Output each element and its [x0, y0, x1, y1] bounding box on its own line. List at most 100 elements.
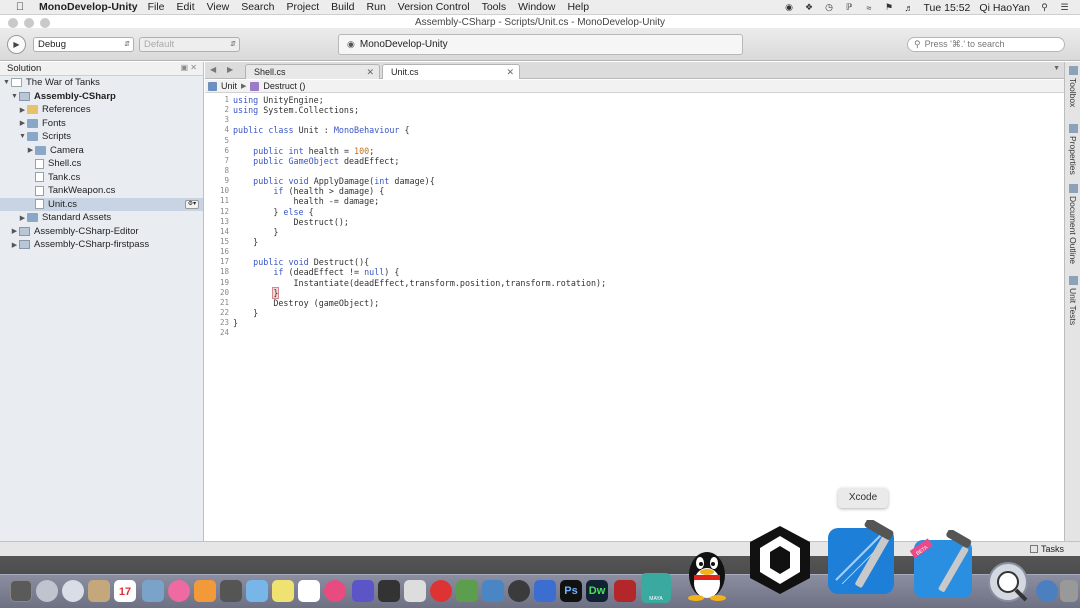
volume-icon[interactable]: ♬ — [904, 2, 915, 13]
tree-item-assembly-csharp-editor[interactable]: ▶ Assembly-CSharp-Editor — [0, 225, 203, 239]
network-utility-icon[interactable] — [986, 560, 1032, 604]
flag-icon[interactable]: ⚑ — [884, 2, 895, 13]
code-line[interactable]: 13 Destruct(); — [205, 217, 606, 227]
imovie-icon[interactable] — [352, 580, 374, 602]
maya-icon[interactable]: MAYA — [641, 573, 671, 603]
finder-icon[interactable] — [10, 580, 32, 602]
expanded-arrow-icon[interactable]: ▼ — [18, 133, 27, 140]
menu-file[interactable]: File — [148, 1, 165, 13]
code-line[interactable]: 17 public void Destruct(){ — [205, 257, 606, 267]
app-icon[interactable] — [456, 580, 478, 602]
target-select[interactable]: Default ⇵ — [139, 37, 240, 52]
tree-item-assembly-csharp[interactable]: ▼ Assembly-CSharp — [0, 90, 203, 104]
code-line[interactable]: 2 using System.Collections; — [205, 105, 606, 115]
tab-list-dropdown-icon[interactable]: ▼ — [1053, 65, 1060, 72]
menu-tools[interactable]: Tools — [482, 1, 507, 13]
app-icon[interactable] — [220, 580, 242, 602]
app-icon[interactable] — [534, 580, 556, 602]
pad-controls-icon[interactable]: ▣ ✕ — [181, 63, 197, 72]
tree-item-shell-cs[interactable]: Shell.cs — [0, 157, 203, 171]
menu-project[interactable]: Project — [286, 1, 319, 13]
code-line[interactable]: 12 } else { — [205, 207, 606, 217]
tab-close-icon[interactable]: ✕ — [366, 65, 374, 79]
code-text[interactable]: public void Destruct(){ — [233, 257, 369, 267]
wifi-icon[interactable]: ≈ — [864, 2, 875, 13]
photoshop-icon[interactable]: Ps — [560, 580, 582, 602]
code-editor[interactable]: 1 using UnityEngine; 2 using System.Collect… — [205, 93, 1064, 541]
menu-run[interactable]: Run — [367, 1, 386, 13]
app-icon[interactable] — [1036, 580, 1058, 602]
menu-view[interactable]: View — [207, 1, 230, 13]
bluetooth-icon[interactable]: ℙ — [844, 2, 855, 13]
code-text[interactable]: using System.Collections; — [233, 105, 359, 115]
menu-edit[interactable]: Edit — [177, 1, 195, 13]
tree-item-solution[interactable]: ▼ The War of Tanks — [0, 76, 203, 90]
tree-item-tankweapon-cs[interactable]: TankWeapon.cs — [0, 184, 203, 198]
code-line[interactable]: 14 } — [205, 227, 606, 237]
tab-back-icon[interactable]: ◀ — [210, 65, 216, 74]
code-text[interactable]: } — [233, 237, 258, 247]
tree-item-tank-cs[interactable]: Tank.cs — [0, 171, 203, 185]
code-text[interactable]: Destroy (gameObject); — [233, 298, 379, 308]
collapsed-arrow-icon[interactable]: ▶ — [10, 241, 19, 249]
photos-icon[interactable] — [142, 580, 164, 602]
code-text[interactable]: Instantiate(deadEffect,transform.positio… — [233, 278, 607, 288]
code-text[interactable]: } — [233, 227, 278, 237]
tasks-pad-button[interactable]: Tasks — [1029, 544, 1064, 554]
code-line[interactable]: 11 health -= damage; — [205, 196, 606, 206]
code-line[interactable]: 1 using UnityEngine; — [205, 95, 606, 105]
textedit-icon[interactable] — [298, 580, 320, 602]
record-icon[interactable]: ◉ — [784, 2, 795, 13]
app-icon[interactable] — [614, 580, 636, 602]
code-text[interactable]: if (health > damage) { — [233, 186, 384, 196]
code-text[interactable]: public GameObject deadEffect; — [233, 156, 399, 166]
code-line[interactable]: 5 — [205, 136, 606, 146]
item-options-gear-icon[interactable]: ⚙▾ — [185, 199, 199, 209]
code-line[interactable]: 10 if (health > damage) { — [205, 186, 606, 196]
menu-build[interactable]: Build — [331, 1, 354, 13]
code-line[interactable]: 16 — [205, 247, 606, 257]
tree-item-references[interactable]: ▶ References — [0, 103, 203, 117]
pad-document-outline[interactable]: Document Outline — [1066, 184, 1080, 264]
code-text[interactable]: } — [233, 318, 238, 328]
collapsed-arrow-icon[interactable]: ▶ — [18, 214, 27, 222]
tree-item-scripts[interactable]: ▼ Scripts — [0, 130, 203, 144]
butterfly-icon[interactable]: ❖ — [804, 2, 815, 13]
path-class[interactable]: Unit — [221, 81, 237, 91]
menu-window[interactable]: Window — [518, 1, 555, 13]
dreamweaver-icon[interactable]: Dw — [586, 580, 608, 602]
collapsed-arrow-icon[interactable]: ▶ — [26, 146, 35, 154]
code-text[interactable]: if (deadEffect != null) { — [233, 267, 399, 277]
code-line[interactable]: 8 — [205, 166, 606, 176]
code-line[interactable]: 19 Instantiate(deadEffect,transform.posi… — [205, 278, 606, 288]
run-button[interactable]: ▶ — [7, 35, 26, 54]
unity-icon[interactable] — [746, 522, 814, 598]
global-search-input[interactable]: ⚲ Press '⌘.' to search — [907, 37, 1065, 52]
clock-icon[interactable] — [508, 580, 530, 602]
itunes-icon[interactable] — [168, 580, 190, 602]
app-icon[interactable] — [482, 580, 504, 602]
qq-icon[interactable] — [682, 541, 732, 601]
code-line[interactable]: 6 public int health = 100; — [205, 146, 606, 156]
tree-item-fonts[interactable]: ▶ Fonts — [0, 117, 203, 131]
trash-icon[interactable] — [1060, 580, 1078, 602]
spotlight-icon[interactable]: ⚲ — [1039, 2, 1050, 13]
menu-search[interactable]: Search — [241, 1, 274, 13]
collapsed-arrow-icon[interactable]: ▶ — [18, 119, 27, 127]
menubar-user[interactable]: Qi HaoYan — [979, 2, 1030, 14]
code-line[interactable]: 24 — [205, 328, 606, 338]
xcode-beta-icon[interactable]: BETA — [910, 530, 982, 600]
code-line[interactable]: 20 } — [205, 286, 606, 299]
code-line[interactable]: 3 — [205, 115, 606, 125]
tree-item-assembly-csharp-firstpass[interactable]: ▶ Assembly-CSharp-firstpass — [0, 238, 203, 252]
code-line[interactable]: 9 public void ApplyDamage(int damage){ — [205, 176, 606, 186]
code-line[interactable]: 7 public GameObject deadEffect; — [205, 156, 606, 166]
timemachine-icon[interactable]: ◷ — [824, 2, 835, 13]
apple-menu-icon[interactable]:  — [13, 1, 27, 13]
xcode-icon[interactable] — [822, 520, 906, 600]
notification-center-icon[interactable]: ☰ — [1059, 2, 1070, 13]
calendar-icon[interactable]: 17 — [114, 580, 136, 602]
code-line[interactable]: 21 Destroy (gameObject); — [205, 298, 606, 308]
pad-toolbox[interactable]: Toolbox — [1066, 66, 1080, 107]
collapsed-arrow-icon[interactable]: ▶ — [18, 106, 27, 114]
